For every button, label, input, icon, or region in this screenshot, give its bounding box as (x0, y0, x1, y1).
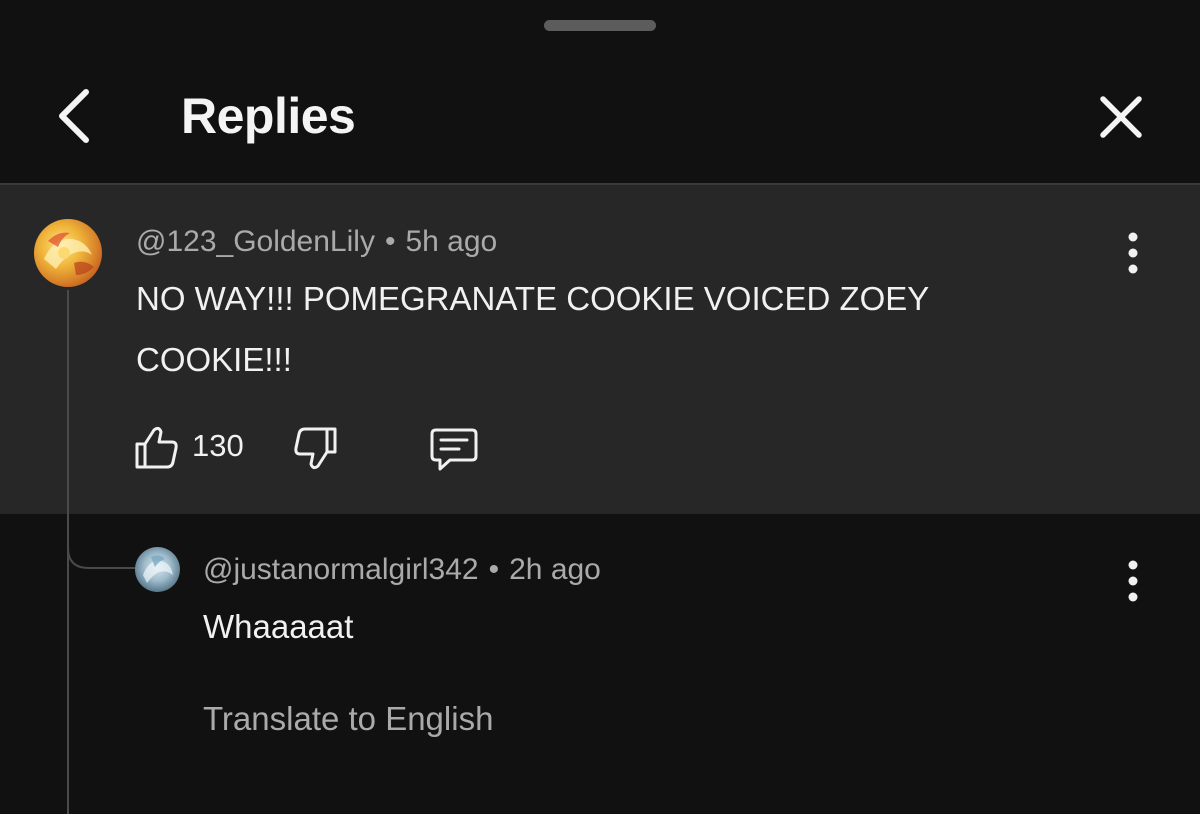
comment-time: 5h ago (405, 225, 498, 258)
page-title: Replies (181, 88, 356, 144)
replies-header: Replies (0, 0, 1200, 183)
like-count: 130 (192, 428, 244, 463)
comment-author[interactable]: @123_GoldenLily (136, 225, 375, 258)
close-button[interactable] (1092, 88, 1150, 146)
meta-separator: • (488, 553, 500, 586)
reply-avatar[interactable] (135, 547, 180, 592)
thread-connector (67, 500, 135, 569)
reply-more-button[interactable] (1118, 556, 1148, 606)
chevron-left-icon (59, 89, 89, 143)
replies-sheet: Replies @123_GoldenLily • 5h ago NO WAY!… (0, 0, 1200, 814)
reply-button[interactable] (428, 424, 480, 474)
like-button[interactable] (131, 422, 181, 472)
meta-separator: • (384, 225, 396, 258)
reply-time: 2h ago (509, 553, 601, 586)
back-button[interactable] (48, 84, 104, 148)
translate-link[interactable]: Translate to English (203, 698, 493, 740)
close-icon (1100, 96, 1142, 138)
reply-text: Whaaaaat (203, 608, 354, 645)
reply-meta: @justanormalgirl342 • 2h ago (203, 552, 601, 588)
comment-text-line-1: NO WAY!!! POMEGRANATE COOKIE VOICED ZOEY (136, 280, 930, 317)
thumbs-up-icon (135, 426, 178, 469)
thumbs-down-icon (294, 427, 337, 470)
comment-icon (430, 428, 478, 471)
comment-meta: @123_GoldenLily • 5h ago (136, 224, 497, 260)
more-vert-icon (1128, 560, 1138, 602)
avatar[interactable] (34, 219, 102, 287)
avatar-image (44, 232, 94, 275)
comment-text-line-2: COOKIE!!! (136, 341, 292, 378)
dislike-button[interactable] (291, 424, 341, 474)
comment-more-button[interactable] (1118, 228, 1148, 278)
more-vert-icon (1128, 232, 1138, 274)
reply-avatar-image (143, 555, 173, 583)
reply-author[interactable]: @justanormalgirl342 (203, 553, 479, 586)
